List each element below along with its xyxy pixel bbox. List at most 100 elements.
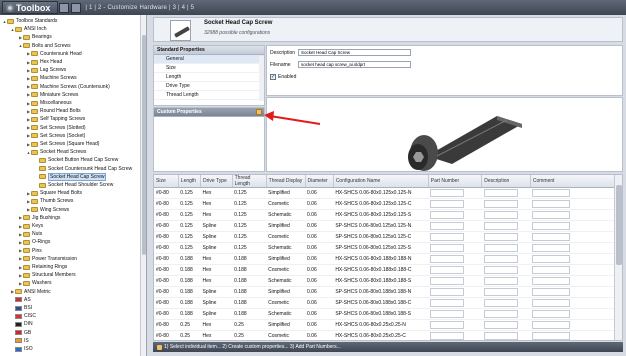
part-number-input[interactable] [430,244,465,252]
breadcrumb[interactable]: | 1 | 2 - Customize Hardware | 3 | 4 | 5 [85,5,194,11]
description-input[interactable] [483,200,518,208]
tree-item[interactable]: ▶ Wing Screws [0,206,146,214]
column-header[interactable]: Configuration Name [333,175,429,188]
tree-item[interactable]: ▲ Toolbox Standards [0,17,146,25]
tree-item[interactable]: ▶ Self Tapping Screws [0,115,146,123]
tree-item[interactable]: ▶ Square Head Bolts [0,189,146,197]
column-header[interactable]: Diameter [305,175,334,188]
tree-item[interactable]: ISO [0,345,146,353]
description-input[interactable] [483,244,518,252]
tree-item[interactable]: ▲ Socket Head Screws [0,148,146,156]
column-header[interactable]: Thread Length [232,175,267,188]
home-button[interactable] [71,2,82,13]
part-number-input[interactable] [430,200,465,208]
description-input[interactable] [483,222,518,230]
tree-item[interactable]: ▶ Set Screws (Slotted) [0,124,146,132]
part-number-input[interactable] [430,288,465,296]
tree-item[interactable]: ▶ Keys [0,222,146,230]
table-row[interactable]: #0-80 0.125 Hex 0.125 Simplified 0.06 HX-SHCS … [154,187,616,199]
comment-input[interactable] [532,211,571,219]
table-row[interactable]: #0-80 0.125 Hex 0.125 Schematic 0.06 HX-SHCS 0… [154,209,616,221]
part-number-input[interactable] [430,233,465,241]
property-item[interactable]: General [154,55,264,64]
description-input[interactable] [483,332,518,340]
standards-tree[interactable]: ▲ Toolbox Standards ▲ ANSI Inch ▶ Bearings ▲ Bo… [0,15,147,356]
comment-input[interactable] [532,200,571,208]
comment-input[interactable] [532,189,571,197]
table-row[interactable]: #0-80 0.125 Hex 0.125 Cosmetic 0.06 HX-SHCS 0.… [154,198,616,210]
tree-item[interactable]: Socket Button Head Cap Screw [0,156,146,164]
tree-item[interactable]: ▶ ANSI Metric [0,288,146,296]
column-header[interactable]: Drive Type [200,175,233,188]
property-item[interactable]: Length [154,73,264,82]
grid-scroll-thumb[interactable] [616,185,622,265]
tree-item[interactable]: ▶ Jig Bushings [0,214,146,222]
tree-item[interactable]: IS [0,337,146,345]
part-number-input[interactable] [430,277,465,285]
table-row[interactable]: #0-80 0.188 Hex 0.188 Simplified 0.06 HX-SHCS … [154,253,616,265]
part-number-input[interactable] [430,321,465,329]
part-number-input[interactable] [430,299,465,307]
column-header[interactable]: Part Number [428,175,483,188]
tree-item[interactable]: ▶ Countersunk Head [0,50,146,58]
table-row[interactable]: #0-80 0.188 Spline 0.188 Schematic 0.06 SP-SHC… [154,308,616,320]
tree-item[interactable]: Socket Head Shoulder Screw [0,181,146,189]
tree-item[interactable]: ▶ Miniature Screws [0,91,146,99]
grid-scrollbar[interactable] [614,175,622,340]
comment-input[interactable] [532,222,571,230]
tree-item[interactable]: ▶ Retaining Rings [0,263,146,271]
part-number-input[interactable] [430,255,465,263]
part-number-input[interactable] [430,211,465,219]
tree-item[interactable]: ▶ Bearings [0,33,146,41]
part-number-input[interactable] [430,222,465,230]
comment-input[interactable] [532,321,571,329]
part-number-input[interactable] [430,266,465,274]
description-input[interactable] [483,266,518,274]
property-item[interactable]: Thread Length [154,91,264,100]
table-row[interactable]: #0-80 0.125 Spline 0.125 Cosmetic 0.06 SP-SHCS… [154,231,616,243]
table-row[interactable]: #0-80 0.125 Spline 0.125 Schematic 0.06 SP-SHC… [154,242,616,254]
comment-input[interactable] [532,233,571,241]
tree-item[interactable]: ▶ Set Screws (Socket) [0,132,146,140]
comment-input[interactable] [532,277,571,285]
tree-item[interactable]: ▶ Nuts [0,230,146,238]
table-row[interactable]: #0-80 0.188 Hex 0.188 Schematic 0.06 HX-SHCS 0… [154,275,616,287]
tree-item[interactable]: BSI [0,304,146,312]
tree-item[interactable]: ▶ Power Transmission [0,255,146,263]
tree-item[interactable]: ▶ Round Head Bolts [0,107,146,115]
column-header[interactable]: Size [154,175,179,188]
tree-item[interactable]: ▶ Machine Screws [0,74,146,82]
tree-item[interactable]: ▶ Miscellaneous [0,99,146,107]
part-number-input[interactable] [430,332,465,340]
comment-input[interactable] [532,255,571,263]
table-row[interactable]: #0-80 0.188 Hex 0.188 Cosmetic 0.06 HX-SHCS 0.… [154,264,616,276]
save-button[interactable] [59,2,70,13]
tree-item[interactable]: ▶ O-Rings [0,238,146,246]
tree-item[interactable]: GB [0,329,146,337]
tree-item[interactable]: ▶ Pins [0,247,146,255]
table-row[interactable]: #0-80 0.125 Spline 0.125 Simplified 0.06 SP-SH… [154,220,616,232]
comment-input[interactable] [532,266,571,274]
tree-item[interactable]: ▶ Thumb Screws [0,197,146,205]
description-input[interactable] [483,277,518,285]
description-input[interactable] [483,189,518,197]
description-field[interactable] [298,49,411,56]
tree-item[interactable]: DIN [0,320,146,328]
tree-item[interactable]: CISC [0,312,146,320]
tree-item[interactable]: Socket Head Cap Screw [0,172,146,181]
property-item[interactable]: Drive Type [154,82,264,91]
description-input[interactable] [483,321,518,329]
comment-input[interactable] [532,299,571,307]
tree-item[interactable]: ▲ Bolts and Screws [0,42,146,50]
description-input[interactable] [483,255,518,263]
add-custom-property-icon[interactable] [256,109,262,115]
column-header[interactable]: Length [178,175,202,188]
column-header[interactable]: Comment [530,175,617,188]
table-row[interactable]: #0-80 0.25 Hex 0.25 Cosmetic 0.06 HX-SHCS 0.06… [154,330,616,340]
tree-item[interactable]: ▶ Lag Screws [0,66,146,74]
description-input[interactable] [483,310,518,318]
tree-item[interactable]: ▲ ANSI Inch [0,25,146,33]
column-header[interactable]: Description [481,175,531,188]
enabled-checkbox[interactable]: ✓ [270,74,276,80]
description-input[interactable] [483,233,518,241]
